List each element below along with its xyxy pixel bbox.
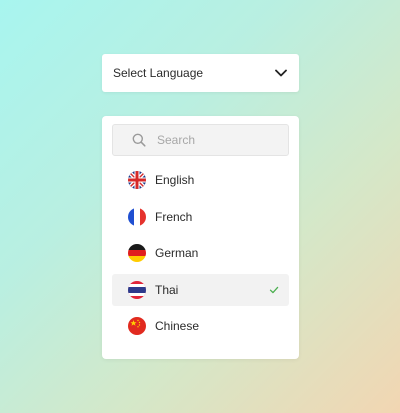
language-option-german[interactable]: German (112, 237, 289, 269)
language-option-chinese[interactable]: Chinese (112, 310, 289, 342)
language-label: Chinese (155, 319, 200, 333)
language-option-french[interactable]: French (112, 201, 289, 233)
search-input[interactable] (157, 133, 267, 147)
france-flag-icon (128, 207, 146, 226)
search-box[interactable] (112, 124, 289, 156)
uk-flag-icon (128, 171, 146, 189)
language-list: English French German Thai Chinese (112, 164, 289, 347)
language-label: German (155, 246, 199, 260)
language-label: Thai (155, 282, 179, 297)
checkmark-icon (269, 286, 279, 293)
germany-flag-icon (128, 244, 146, 262)
search-icon (131, 132, 147, 148)
language-dropdown-panel: English French German (102, 116, 299, 359)
language-option-english[interactable]: English (112, 164, 289, 196)
language-select[interactable]: Select Language (102, 54, 299, 92)
language-label: French (155, 209, 193, 224)
thailand-flag-icon (128, 280, 146, 299)
china-flag-icon (128, 317, 146, 335)
select-label: Select Language (113, 66, 204, 80)
language-option-thai[interactable]: Thai (112, 273, 289, 306)
language-label: English (155, 173, 195, 187)
chevron-down-icon[interactable] (274, 66, 288, 80)
